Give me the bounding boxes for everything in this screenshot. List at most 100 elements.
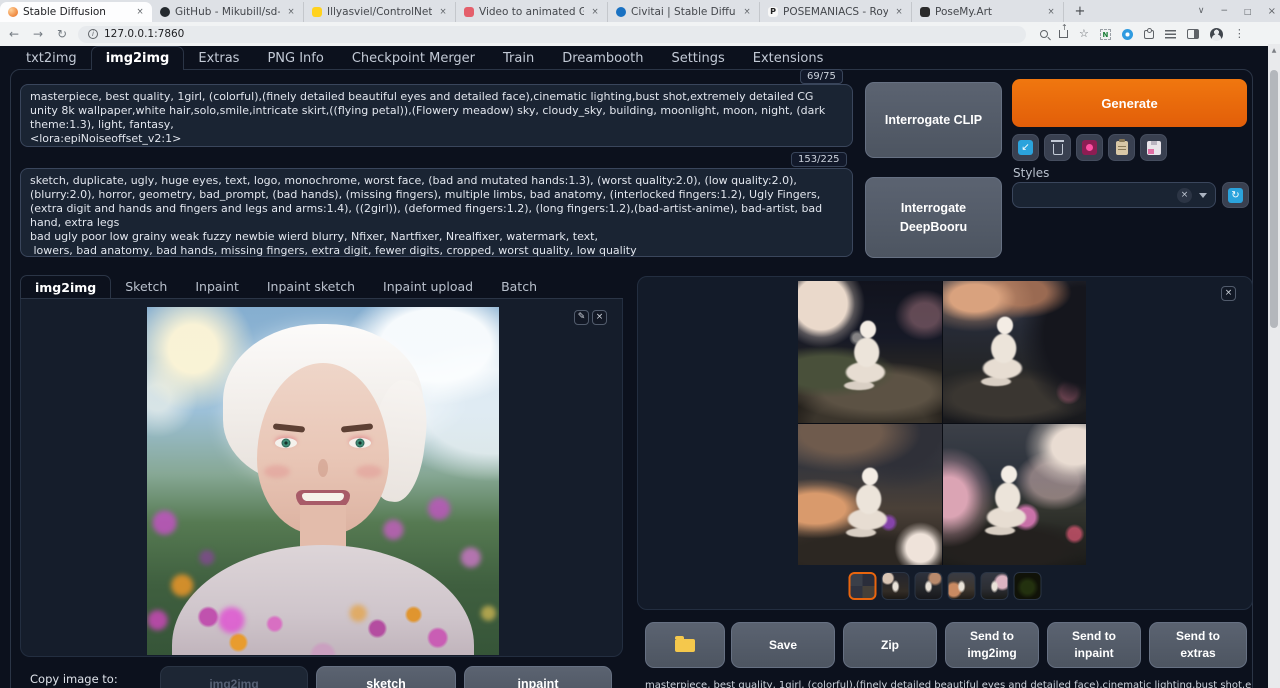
reload-icon[interactable]: ↻ xyxy=(54,27,70,41)
open-folder-button[interactable] xyxy=(645,622,725,668)
bookmark-star-icon[interactable]: ☆ xyxy=(1079,29,1089,39)
figure-art xyxy=(838,466,902,540)
browser-tab-civitai[interactable]: Civitai | Stable Diffusion model × xyxy=(608,2,760,22)
forward-icon[interactable]: → xyxy=(30,27,46,41)
tab-title: POSEMANIACS - Royalty free 3 xyxy=(783,6,888,18)
mode-tab-batch[interactable]: Batch xyxy=(487,275,551,298)
browser-tab-controlnet[interactable]: Illyasviel/ControlNet at main × xyxy=(304,2,456,22)
new-tab-button[interactable]: + xyxy=(1070,2,1090,22)
copy-to-img2img-button: img2img xyxy=(160,666,308,688)
portrait-floral-dress xyxy=(172,545,474,655)
thumbnail-4[interactable] xyxy=(981,572,1009,600)
browser-tab-posemyart[interactable]: PoseMy.Art × xyxy=(912,2,1064,22)
tab-extras[interactable]: Extras xyxy=(184,46,253,70)
gallery-image-3[interactable] xyxy=(798,424,942,566)
tab-close-icon[interactable]: × xyxy=(134,6,146,18)
gallery-close-icon[interactable]: × xyxy=(1221,286,1236,301)
portrait-neck xyxy=(300,505,346,547)
gallery-image-4[interactable] xyxy=(943,424,1087,566)
paste-params-button[interactable] xyxy=(1012,134,1039,161)
tab-checkpoint-merger[interactable]: Checkpoint Merger xyxy=(338,46,489,70)
thumbnail-3[interactable] xyxy=(948,572,976,600)
tab-train[interactable]: Train xyxy=(489,46,548,70)
gallery-image-1[interactable] xyxy=(798,281,942,423)
send-to-extras-button[interactable]: Send to extras xyxy=(1149,622,1247,668)
refresh-styles-button[interactable] xyxy=(1222,182,1249,208)
window-controls: ∨ − □ × xyxy=(1198,0,1276,22)
tab-extensions[interactable]: Extensions xyxy=(739,46,838,70)
clear-prompt-button[interactable] xyxy=(1044,134,1071,161)
browser-tab-github[interactable]: GitHub - Mikubill/sd-webui-con × xyxy=(152,2,304,22)
profile-avatar[interactable] xyxy=(1210,28,1223,41)
save-button[interactable]: Save xyxy=(731,622,835,668)
source-image xyxy=(147,307,499,655)
tab-txt2img[interactable]: txt2img xyxy=(12,46,91,70)
copy-to-inpaint-button[interactable]: inpaint xyxy=(464,666,612,688)
browser-tab-posemaniacs[interactable]: P POSEMANIACS - Royalty free 3 × xyxy=(760,2,912,22)
styles-dropdown[interactable] xyxy=(1012,182,1216,208)
interrogate-deepbooru-button[interactable]: Interrogate DeepBooru xyxy=(865,177,1002,258)
zip-button[interactable]: Zip xyxy=(843,622,937,668)
styles-clear-icon[interactable] xyxy=(1177,188,1192,203)
site-info-icon[interactable]: i xyxy=(88,29,98,39)
extra-networks-button[interactable] xyxy=(1076,134,1103,161)
send-to-inpaint-button[interactable]: Send to inpaint xyxy=(1047,622,1141,668)
tab-close-icon[interactable]: × xyxy=(589,6,601,18)
mode-tab-sketch[interactable]: Sketch xyxy=(111,275,181,298)
gallery-grid-image[interactable] xyxy=(798,281,1086,565)
tab-dreambooth[interactable]: Dreambooth xyxy=(548,46,657,70)
sidebar-icon[interactable] xyxy=(1187,29,1199,39)
tab-settings[interactable]: Settings xyxy=(657,46,738,70)
edit-image-icon[interactable]: ✎ xyxy=(574,310,589,325)
gallery-image-2[interactable] xyxy=(943,281,1087,423)
close-icon[interactable]: × xyxy=(1268,6,1276,17)
back-icon[interactable]: ← xyxy=(6,27,22,41)
share-icon[interactable] xyxy=(1059,30,1068,38)
thumbnail-5[interactable] xyxy=(1014,572,1042,600)
page-scrollbar[interactable]: ▲ xyxy=(1268,44,1280,688)
interrogate-clip-button[interactable]: Interrogate CLIP xyxy=(865,82,1002,158)
mode-tab-inpaint-sketch[interactable]: Inpaint sketch xyxy=(253,275,369,298)
browser-tab-gif-converter[interactable]: Video to animated GIF converter × xyxy=(456,2,608,22)
generate-button[interactable]: Generate xyxy=(1012,79,1247,127)
tab-close-icon[interactable]: × xyxy=(741,6,753,18)
thumbnail-2[interactable] xyxy=(915,572,943,600)
remove-image-icon[interactable]: × xyxy=(592,310,607,325)
tab-png-info[interactable]: PNG Info xyxy=(253,46,337,70)
copy-to-sketch-button[interactable]: sketch xyxy=(316,666,456,688)
tab-list-icon[interactable] xyxy=(1165,30,1176,39)
prompt-input[interactable]: masterpiece, best quality, 1girl, (color… xyxy=(20,84,853,147)
thumbnail-grid[interactable] xyxy=(849,572,877,600)
send-to-img2img-button[interactable]: Send to img2img xyxy=(945,622,1039,668)
img2img-mode-tabs: img2img Sketch Inpaint Inpaint sketch In… xyxy=(20,275,623,299)
mode-tab-inpaint[interactable]: Inpaint xyxy=(181,275,253,298)
zoom-icon[interactable] xyxy=(1040,30,1048,38)
source-image-dropzone[interactable]: ✎ × xyxy=(20,299,623,657)
tab-title: Civitai | Stable Diffusion model xyxy=(631,6,736,18)
tab-img2img[interactable]: img2img xyxy=(91,46,185,70)
thumbnail-1[interactable] xyxy=(882,572,910,600)
menu-kebab-icon[interactable]: ⋮ xyxy=(1234,29,1245,39)
extension-blue-icon[interactable] xyxy=(1122,29,1133,40)
tab-close-icon[interactable]: × xyxy=(285,6,297,18)
extension-n-icon[interactable]: N xyxy=(1100,29,1111,40)
floppy-save-icon xyxy=(1147,141,1161,155)
paste-arrow-icon xyxy=(1018,140,1033,155)
tab-close-icon[interactable]: × xyxy=(893,6,905,18)
tab-close-icon[interactable]: × xyxy=(437,6,449,18)
minimize-icon[interactable]: − xyxy=(1221,6,1229,16)
save-style-button[interactable] xyxy=(1140,134,1167,161)
browser-tab-stable-diffusion[interactable]: Stable Diffusion × xyxy=(0,2,152,22)
mode-tab-img2img[interactable]: img2img xyxy=(20,275,111,298)
apply-style-button[interactable] xyxy=(1108,134,1135,161)
trash-icon xyxy=(1053,144,1063,155)
mode-tab-inpaint-upload[interactable]: Inpaint upload xyxy=(369,275,487,298)
address-bar[interactable]: i 127.0.0.1:7860 xyxy=(78,26,1026,43)
extensions-puzzle-icon[interactable] xyxy=(1144,30,1154,39)
negative-prompt-input[interactable]: sketch, duplicate, ugly, huge eyes, text… xyxy=(20,168,853,257)
maximize-icon[interactable]: □ xyxy=(1244,7,1252,16)
scrollbar-up-arrow[interactable]: ▲ xyxy=(1268,44,1280,57)
tab-close-icon[interactable]: × xyxy=(1045,6,1057,18)
scrollbar-thumb[interactable] xyxy=(1270,70,1278,328)
tab-search-icon[interactable]: ∨ xyxy=(1198,6,1205,16)
